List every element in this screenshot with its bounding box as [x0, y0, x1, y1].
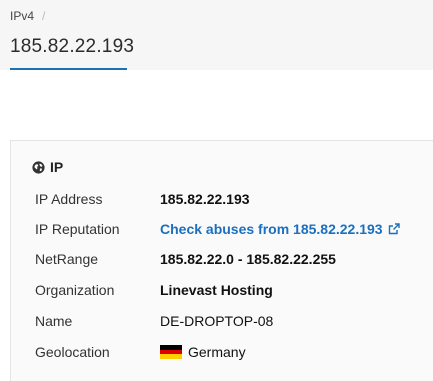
row-netrange: NetRange 185.82.22.0 - 185.82.22.255 [35, 249, 433, 269]
title-underline [10, 68, 127, 70]
ip-info-card: IP IP Address 185.82.22.193 IP Reputatio… [10, 140, 433, 381]
external-link-icon[interactable] [388, 223, 400, 235]
name-label: Name [35, 313, 73, 329]
page-header: IPv4 / 185.82.22.193 [0, 0, 433, 70]
organization-value: Linevast Hosting [160, 282, 273, 298]
check-abuses-link-text[interactable]: Check abuses from 185.82.22.193 [160, 221, 383, 237]
ip-address-label: IP Address [35, 191, 103, 207]
section-heading-label: IP [50, 159, 64, 175]
row-name: Name DE-DROPTOP-08 [35, 311, 433, 331]
ip-address-value: 185.82.22.193 [160, 191, 250, 207]
netrange-value: 185.82.22.0 - 185.82.22.255 [160, 251, 336, 267]
geolocation-label: Geolocation [35, 344, 110, 360]
breadcrumb-separator: / [42, 9, 46, 23]
organization-label: Organization [35, 282, 115, 298]
name-value: DE-DROPTOP-08 [160, 313, 274, 329]
page-title: 185.82.22.193 [10, 36, 135, 57]
breadcrumb-item-ipv4[interactable]: IPv4 [10, 9, 34, 23]
geolocation-value: Germany [160, 344, 246, 360]
row-geolocation: Geolocation Germany [35, 342, 433, 362]
geolocation-country: Germany [188, 344, 246, 360]
germany-flag-icon [160, 345, 182, 360]
netrange-label: NetRange [35, 251, 99, 267]
ip-reputation-label: IP Reputation [35, 221, 120, 237]
breadcrumb: IPv4 / [10, 9, 45, 23]
row-ip-address: IP Address 185.82.22.193 [35, 189, 433, 209]
row-organization: Organization Linevast Hosting [35, 280, 433, 300]
section-heading: IP [32, 159, 63, 175]
check-abuses-link[interactable]: Check abuses from 185.82.22.193 [160, 221, 400, 237]
globe-icon [32, 160, 45, 174]
row-ip-reputation: IP Reputation Check abuses from 185.82.2… [35, 219, 433, 239]
